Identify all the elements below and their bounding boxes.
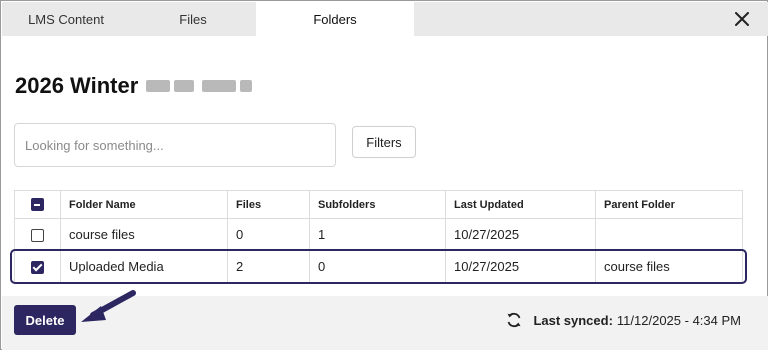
column-header-parent-folder[interactable]: Parent Folder: [595, 190, 743, 219]
redacted-course-code: [146, 77, 253, 95]
last-updated-cell: 10/27/2025: [445, 218, 596, 251]
tab-files[interactable]: Files: [130, 2, 256, 36]
folders-table: Folder Name Files Subfolders Last Update…: [14, 190, 743, 283]
column-header-files[interactable]: Files: [227, 190, 310, 219]
column-header-last-updated[interactable]: Last Updated: [445, 190, 596, 219]
row-checkbox-cell: [14, 250, 61, 283]
select-all-checkbox[interactable]: [31, 198, 44, 211]
last-synced-value: 11/12/2025 - 4:34 PM: [616, 312, 741, 328]
tab-bar: LMS Content Files Folders: [2, 2, 768, 36]
title-row: 2026 Winter: [15, 71, 253, 101]
table-header-row: Folder Name Files Subfolders Last Update…: [14, 190, 743, 219]
table-row[interactable]: Uploaded Media 2 0 10/27/2025 course fil…: [14, 250, 743, 283]
parent-folder-cell: course files: [595, 250, 743, 283]
filters-button[interactable]: Filters: [352, 126, 416, 158]
delete-button[interactable]: Delete: [14, 305, 76, 335]
pointer-arrow-icon: [81, 290, 136, 322]
folder-name-cell: course files: [60, 218, 228, 251]
row-checkbox[interactable]: [31, 261, 44, 275]
tab-lms-content[interactable]: LMS Content: [2, 2, 130, 36]
sync-status: Last synced: 11/12/2025 - 4:34 PM: [505, 311, 741, 329]
select-all-cell: [14, 190, 61, 219]
column-header-subfolders[interactable]: Subfolders: [309, 190, 446, 219]
close-icon: [735, 12, 749, 26]
tab-folders[interactable]: Folders: [256, 2, 414, 36]
subfolders-count-cell: 1: [309, 218, 446, 251]
close-button[interactable]: [730, 7, 754, 31]
table-row[interactable]: course files 0 1 10/27/2025: [14, 218, 743, 251]
last-updated-cell: 10/27/2025: [445, 250, 596, 283]
sync-icon[interactable]: [505, 311, 523, 329]
page-title: 2026 Winter: [15, 73, 139, 98]
row-checkbox-cell: [14, 218, 61, 251]
column-header-folder-name[interactable]: Folder Name: [60, 190, 228, 219]
last-synced-label: Last synced:: [533, 312, 613, 328]
files-count-cell: 2: [227, 250, 310, 283]
subfolders-count-cell: 0: [309, 250, 446, 283]
parent-folder-cell: [595, 218, 743, 251]
search-input[interactable]: [25, 137, 325, 153]
search-field[interactable]: [14, 123, 336, 167]
row-checkbox[interactable]: [31, 229, 44, 243]
folder-name-cell: Uploaded Media: [60, 250, 228, 283]
files-count-cell: 0: [227, 218, 310, 251]
dialog: LMS Content Files Folders 2026 Winter Fi…: [0, 0, 768, 350]
